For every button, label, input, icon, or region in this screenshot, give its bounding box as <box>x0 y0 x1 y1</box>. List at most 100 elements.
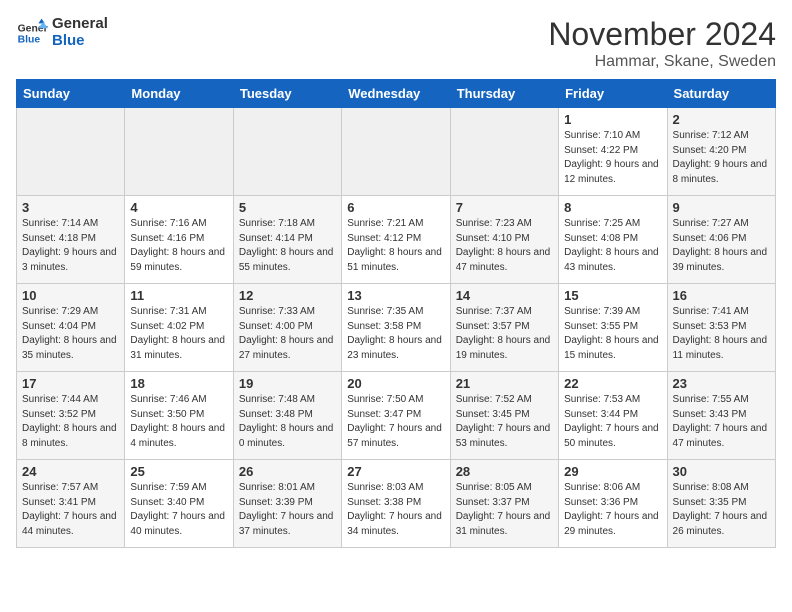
day-cell: 29 Sunrise: 8:06 AM Sunset: 3:36 PM Dayli… <box>559 460 667 548</box>
day-info: Sunrise: 7:33 AM Sunset: 4:00 PM Dayligh… <box>239 305 336 363</box>
day-number: 6 <box>347 200 444 215</box>
col-header-friday: Friday <box>559 80 667 108</box>
col-header-sunday: Sunday <box>17 80 125 108</box>
day-number: 17 <box>22 376 119 391</box>
page-header: General Blue General Blue November 2024 … <box>16 16 776 71</box>
day-info: Sunrise: 7:41 AM Sunset: 3:53 PM Dayligh… <box>673 305 770 363</box>
day-info: Sunrise: 7:52 AM Sunset: 3:45 PM Dayligh… <box>456 393 553 451</box>
day-cell: 15Sunrise: 7:39 AM Sunset: 3:55 PM Dayli… <box>559 284 667 372</box>
day-number: 11 <box>130 288 227 303</box>
week-row-1: 1 Sunrise: 7:10 AM Sunset: 4:22 PM Daylig… <box>17 108 776 196</box>
day-number: 10 <box>22 288 119 303</box>
day-info: Sunrise: 7:50 AM Sunset: 3:47 PM Dayligh… <box>347 393 444 451</box>
day-number: 14 <box>456 288 553 303</box>
day-info: Sunrise: 8:08 AM Sunset: 3:35 PM Dayligh… <box>673 481 770 539</box>
day-info: Sunrise: 8:06 AM Sunset: 3:36 PM Dayligh… <box>564 481 661 539</box>
day-cell <box>125 108 233 196</box>
day-number: 24 <box>22 464 119 479</box>
col-header-thursday: Thursday <box>450 80 558 108</box>
day-cell: 27 Sunrise: 8:03 AM Sunset: 3:38 PM Dayli… <box>342 460 450 548</box>
day-cell: 25Sunrise: 7:59 AM Sunset: 3:40 PM Dayli… <box>125 460 233 548</box>
svg-text:Blue: Blue <box>18 34 41 45</box>
header-row: SundayMondayTuesdayWednesdayThursdayFrid… <box>17 80 776 108</box>
day-cell: 11 Sunrise: 7:31 AM Sunset: 4:02 PM Dayli… <box>125 284 233 372</box>
col-header-saturday: Saturday <box>667 80 775 108</box>
day-number: 15 <box>564 288 661 303</box>
day-info: Sunrise: 7:48 AM Sunset: 3:48 PM Dayligh… <box>239 393 336 451</box>
day-info: Sunrise: 7:46 AM Sunset: 3:50 PM Dayligh… <box>130 393 227 451</box>
day-cell: 26 Sunrise: 8:01 AM Sunset: 3:39 PM Dayli… <box>233 460 341 548</box>
day-cell: 1 Sunrise: 7:10 AM Sunset: 4:22 PM Daylig… <box>559 108 667 196</box>
day-info: Sunrise: 7:21 AM Sunset: 4:12 PM Dayligh… <box>347 217 444 275</box>
day-cell: 5Sunrise: 7:18 AM Sunset: 4:14 PM Daylig… <box>233 196 341 284</box>
col-header-tuesday: Tuesday <box>233 80 341 108</box>
day-number: 18 <box>130 376 227 391</box>
day-number: 1 <box>564 112 661 127</box>
day-cell <box>342 108 450 196</box>
day-cell: 16 Sunrise: 7:41 AM Sunset: 3:53 PM Dayli… <box>667 284 775 372</box>
day-info: Sunrise: 7:27 AM Sunset: 4:06 PM Dayligh… <box>673 217 770 275</box>
week-row-3: 10 Sunrise: 7:29 AM Sunset: 4:04 PM Dayli… <box>17 284 776 372</box>
day-info: Sunrise: 7:29 AM Sunset: 4:04 PM Dayligh… <box>22 305 119 363</box>
location: Hammar, Skane, Sweden <box>548 53 776 71</box>
day-cell: 12 Sunrise: 7:33 AM Sunset: 4:00 PM Dayli… <box>233 284 341 372</box>
day-cell: 6 Sunrise: 7:21 AM Sunset: 4:12 PM Daylig… <box>342 196 450 284</box>
day-cell: 13Sunrise: 7:35 AM Sunset: 3:58 PM Dayli… <box>342 284 450 372</box>
day-info: Sunrise: 7:59 AM Sunset: 3:40 PM Dayligh… <box>130 481 227 539</box>
day-number: 8 <box>564 200 661 215</box>
day-number: 12 <box>239 288 336 303</box>
day-info: Sunrise: 7:12 AM Sunset: 4:20 PM Dayligh… <box>673 129 770 187</box>
day-info: Sunrise: 7:16 AM Sunset: 4:16 PM Dayligh… <box>130 217 227 275</box>
day-cell: 2 Sunrise: 7:12 AM Sunset: 4:20 PM Daylig… <box>667 108 775 196</box>
day-info: Sunrise: 7:10 AM Sunset: 4:22 PM Dayligh… <box>564 129 661 187</box>
day-info: Sunrise: 7:57 AM Sunset: 3:41 PM Dayligh… <box>22 481 119 539</box>
day-cell: 22 Sunrise: 7:53 AM Sunset: 3:44 PM Dayli… <box>559 372 667 460</box>
day-number: 30 <box>673 464 770 479</box>
day-cell: 19 Sunrise: 7:48 AM Sunset: 3:48 PM Dayli… <box>233 372 341 460</box>
day-info: Sunrise: 7:55 AM Sunset: 3:43 PM Dayligh… <box>673 393 770 451</box>
day-number: 3 <box>22 200 119 215</box>
day-cell: 21Sunrise: 7:52 AM Sunset: 3:45 PM Dayli… <box>450 372 558 460</box>
day-info: Sunrise: 7:31 AM Sunset: 4:02 PM Dayligh… <box>130 305 227 363</box>
day-cell: 20Sunrise: 7:50 AM Sunset: 3:47 PM Dayli… <box>342 372 450 460</box>
day-number: 16 <box>673 288 770 303</box>
day-cell: 18 Sunrise: 7:46 AM Sunset: 3:50 PM Dayli… <box>125 372 233 460</box>
day-info: Sunrise: 7:14 AM Sunset: 4:18 PM Dayligh… <box>22 217 119 275</box>
day-cell <box>233 108 341 196</box>
logo-general: General <box>52 16 108 33</box>
day-cell: 24 Sunrise: 7:57 AM Sunset: 3:41 PM Dayli… <box>17 460 125 548</box>
week-row-4: 17Sunrise: 7:44 AM Sunset: 3:52 PM Dayli… <box>17 372 776 460</box>
day-cell: 3 Sunrise: 7:14 AM Sunset: 4:18 PM Daylig… <box>17 196 125 284</box>
month-title: November 2024 <box>548 16 776 53</box>
day-cell <box>450 108 558 196</box>
day-info: Sunrise: 8:03 AM Sunset: 3:38 PM Dayligh… <box>347 481 444 539</box>
col-header-wednesday: Wednesday <box>342 80 450 108</box>
day-cell: 8 Sunrise: 7:25 AM Sunset: 4:08 PM Daylig… <box>559 196 667 284</box>
day-number: 5 <box>239 200 336 215</box>
day-number: 2 <box>673 112 770 127</box>
day-number: 9 <box>673 200 770 215</box>
week-row-2: 3 Sunrise: 7:14 AM Sunset: 4:18 PM Daylig… <box>17 196 776 284</box>
day-number: 22 <box>564 376 661 391</box>
day-number: 13 <box>347 288 444 303</box>
day-number: 28 <box>456 464 553 479</box>
day-cell: 10 Sunrise: 7:29 AM Sunset: 4:04 PM Dayli… <box>17 284 125 372</box>
day-number: 26 <box>239 464 336 479</box>
day-cell: 9 Sunrise: 7:27 AM Sunset: 4:06 PM Daylig… <box>667 196 775 284</box>
day-info: Sunrise: 8:01 AM Sunset: 3:39 PM Dayligh… <box>239 481 336 539</box>
day-number: 27 <box>347 464 444 479</box>
day-cell: 28Sunrise: 8:05 AM Sunset: 3:37 PM Dayli… <box>450 460 558 548</box>
logo: General Blue General Blue <box>16 16 108 49</box>
day-number: 7 <box>456 200 553 215</box>
day-info: Sunrise: 7:25 AM Sunset: 4:08 PM Dayligh… <box>564 217 661 275</box>
day-number: 23 <box>673 376 770 391</box>
day-number: 29 <box>564 464 661 479</box>
day-cell: 17Sunrise: 7:44 AM Sunset: 3:52 PM Dayli… <box>17 372 125 460</box>
day-info: Sunrise: 7:53 AM Sunset: 3:44 PM Dayligh… <box>564 393 661 451</box>
logo-icon: General Blue <box>16 17 48 49</box>
week-row-5: 24 Sunrise: 7:57 AM Sunset: 3:41 PM Dayli… <box>17 460 776 548</box>
day-cell: 23 Sunrise: 7:55 AM Sunset: 3:43 PM Dayli… <box>667 372 775 460</box>
day-info: Sunrise: 7:23 AM Sunset: 4:10 PM Dayligh… <box>456 217 553 275</box>
day-number: 19 <box>239 376 336 391</box>
day-cell <box>17 108 125 196</box>
